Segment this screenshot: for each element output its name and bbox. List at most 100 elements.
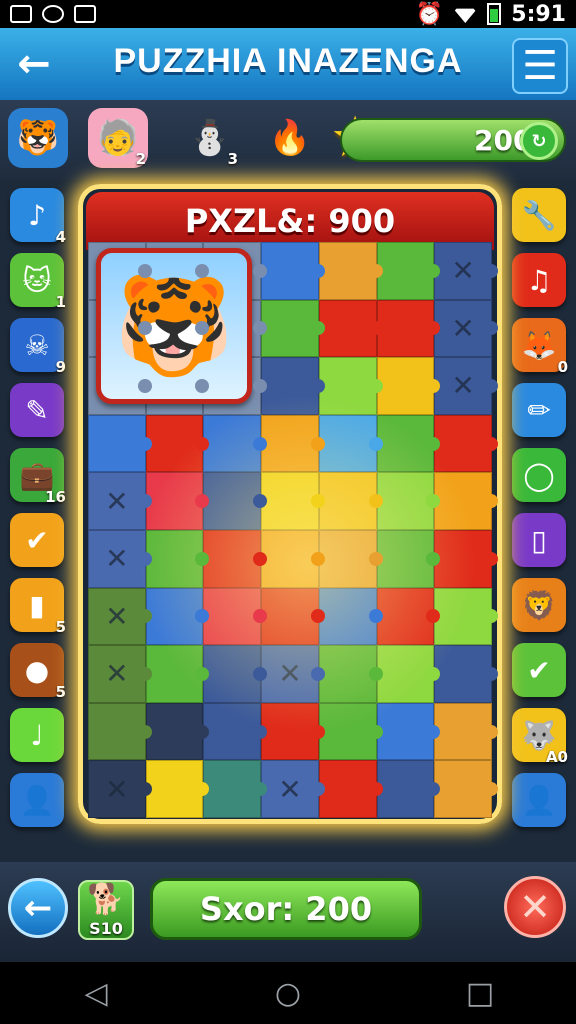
puzzle-piece[interactable]	[434, 472, 498, 530]
puzzle-piece[interactable]	[145, 760, 210, 818]
skull-tool[interactable]: ☠ 9	[10, 318, 66, 376]
dog-item-button[interactable]: 🐕 S10	[78, 880, 134, 940]
puzzle-piece[interactable]	[434, 645, 498, 703]
puzzle-piece[interactable]	[376, 299, 440, 358]
elder-avatar[interactable]: 🧓 2	[88, 108, 148, 168]
bomb-tool[interactable]: ● 5	[10, 643, 66, 701]
snowman-avatar[interactable]: ⛄ 3	[180, 108, 240, 168]
nav-back-icon[interactable]: ◁	[76, 973, 116, 1013]
cat-tool[interactable]: 🐱 1	[10, 253, 66, 311]
arrow-left-icon[interactable]: ←	[8, 878, 68, 938]
puzzle-piece[interactable]	[376, 414, 440, 473]
puzzle-piece[interactable]	[318, 242, 383, 300]
puzzle-piece[interactable]	[261, 357, 325, 415]
puzzle-piece[interactable]: ✕	[261, 645, 325, 703]
puzzle-piece[interactable]	[203, 472, 267, 530]
puzzle-piece[interactable]	[376, 242, 440, 300]
puzzle-piece[interactable]: ✕	[88, 760, 152, 818]
close-x-icon[interactable]: ✕	[504, 876, 566, 938]
status-bar: ⏰ 5:91	[0, 0, 576, 28]
nav-recents-icon[interactable]: □	[460, 973, 500, 1013]
tiger-avatar[interactable]: 🐯	[8, 108, 68, 168]
puzzle-piece[interactable]	[145, 587, 210, 646]
puzzle-piece[interactable]	[434, 529, 498, 588]
puzzle-piece[interactable]	[145, 529, 210, 588]
brush-tool[interactable]: ✎	[10, 383, 64, 437]
card-tool[interactable]: ▮ 5	[10, 578, 66, 636]
puzzle-piece[interactable]	[434, 414, 498, 473]
puzzle-piece[interactable]	[318, 529, 383, 588]
flame-avatar[interactable]: 🔥	[260, 108, 320, 168]
puzzle-piece[interactable]	[376, 529, 440, 588]
puzzle-piece[interactable]	[318, 760, 383, 818]
nav-home-icon[interactable]: ○	[268, 973, 308, 1013]
puzzle-piece[interactable]	[318, 414, 383, 473]
hamburger-menu-icon[interactable]: ☰	[512, 38, 568, 94]
puzzle-piece[interactable]	[376, 472, 440, 530]
puzzle-piece[interactable]: ✕	[434, 242, 498, 300]
puzzle-piece[interactable]	[318, 587, 383, 646]
puzzle-piece[interactable]	[203, 587, 267, 646]
music-tool[interactable]: ♫	[512, 253, 566, 307]
item-count: S10	[89, 919, 123, 938]
puzzle-piece[interactable]	[318, 645, 383, 703]
puzzle-piece[interactable]	[318, 702, 383, 761]
puzzle-piece[interactable]	[434, 587, 498, 646]
puzzle-piece[interactable]	[261, 242, 325, 300]
puzzle-piece[interactable]	[145, 645, 210, 703]
fox-tool[interactable]: 🦊 0	[512, 318, 568, 376]
check-tool[interactable]: ✔	[512, 643, 566, 697]
puzzle-piece[interactable]: ✕	[261, 760, 325, 818]
avatar-count: 3	[227, 150, 238, 168]
puzzle-piece[interactable]	[203, 529, 267, 588]
puzzle-piece[interactable]	[318, 357, 383, 415]
score-button[interactable]: Sxor: 200	[150, 878, 422, 940]
puzzle-piece[interactable]	[434, 702, 498, 761]
puzzle-piece[interactable]	[376, 702, 440, 761]
puzzle-piece[interactable]	[203, 414, 267, 473]
pencil-tool[interactable]: ✏	[512, 383, 566, 437]
wolf-tool[interactable]: 🐺 A0	[512, 708, 568, 766]
puzzle-piece[interactable]	[203, 702, 267, 761]
coin-add-icon[interactable]: ↻	[520, 122, 558, 160]
puzzle-piece[interactable]: ✕	[88, 529, 152, 588]
puzzle-piece[interactable]	[318, 472, 383, 530]
puzzle-piece[interactable]	[261, 414, 325, 473]
puzzle-piece[interactable]	[145, 702, 210, 761]
puzzle-piece[interactable]	[88, 702, 152, 761]
puzzle-piece[interactable]	[376, 587, 440, 646]
puzzle-piece[interactable]	[203, 645, 267, 703]
ring-tool[interactable]: ◯	[512, 448, 566, 502]
puzzle-piece[interactable]	[376, 645, 440, 703]
tool-count: 5	[55, 683, 66, 701]
puzzle-board: PXZL&: 900 ✕ ✕ ✕ ✕ ✕ ✕ ✕ ✕ ✕ ✕ 🐯	[78, 184, 502, 824]
check-diamond-tool[interactable]: ✔	[10, 513, 64, 567]
bar-tool[interactable]: ▯	[512, 513, 566, 567]
puzzle-piece[interactable]	[88, 414, 152, 473]
puzzle-piece[interactable]: ✕	[88, 645, 152, 703]
puzzle-piece[interactable]	[261, 529, 325, 588]
puzzle-piece[interactable]	[261, 702, 325, 761]
user-tool[interactable]: 👤	[10, 773, 64, 827]
puzzle-piece[interactable]	[261, 587, 325, 646]
puzzle-piece[interactable]	[145, 414, 210, 473]
briefcase-tool[interactable]: 💼 16	[10, 448, 66, 506]
puzzle-piece[interactable]	[261, 299, 325, 358]
puzzle-piece[interactable]: ✕	[88, 472, 152, 530]
user-right-tool[interactable]: 👤	[512, 773, 566, 827]
skull-tool-icon: ☠	[24, 328, 50, 362]
puzzle-piece[interactable]: ✕	[434, 299, 498, 358]
puzzle-piece[interactable]	[434, 760, 498, 818]
puzzle-piece[interactable]: ✕	[88, 587, 152, 646]
music-note-tool[interactable]: ♪ 4	[10, 188, 66, 246]
puzzle-piece[interactable]	[261, 472, 325, 530]
puzzle-piece[interactable]: ✕	[434, 357, 498, 415]
puzzle-piece[interactable]	[318, 299, 383, 358]
note-tool[interactable]: ♩	[10, 708, 64, 762]
puzzle-piece[interactable]	[376, 357, 440, 415]
puzzle-piece[interactable]	[203, 760, 267, 818]
lion-tool[interactable]: 🦁	[512, 578, 566, 632]
puzzle-piece[interactable]	[145, 472, 210, 530]
wrench-tool[interactable]: 🔧	[512, 188, 566, 242]
puzzle-piece[interactable]	[376, 760, 440, 818]
